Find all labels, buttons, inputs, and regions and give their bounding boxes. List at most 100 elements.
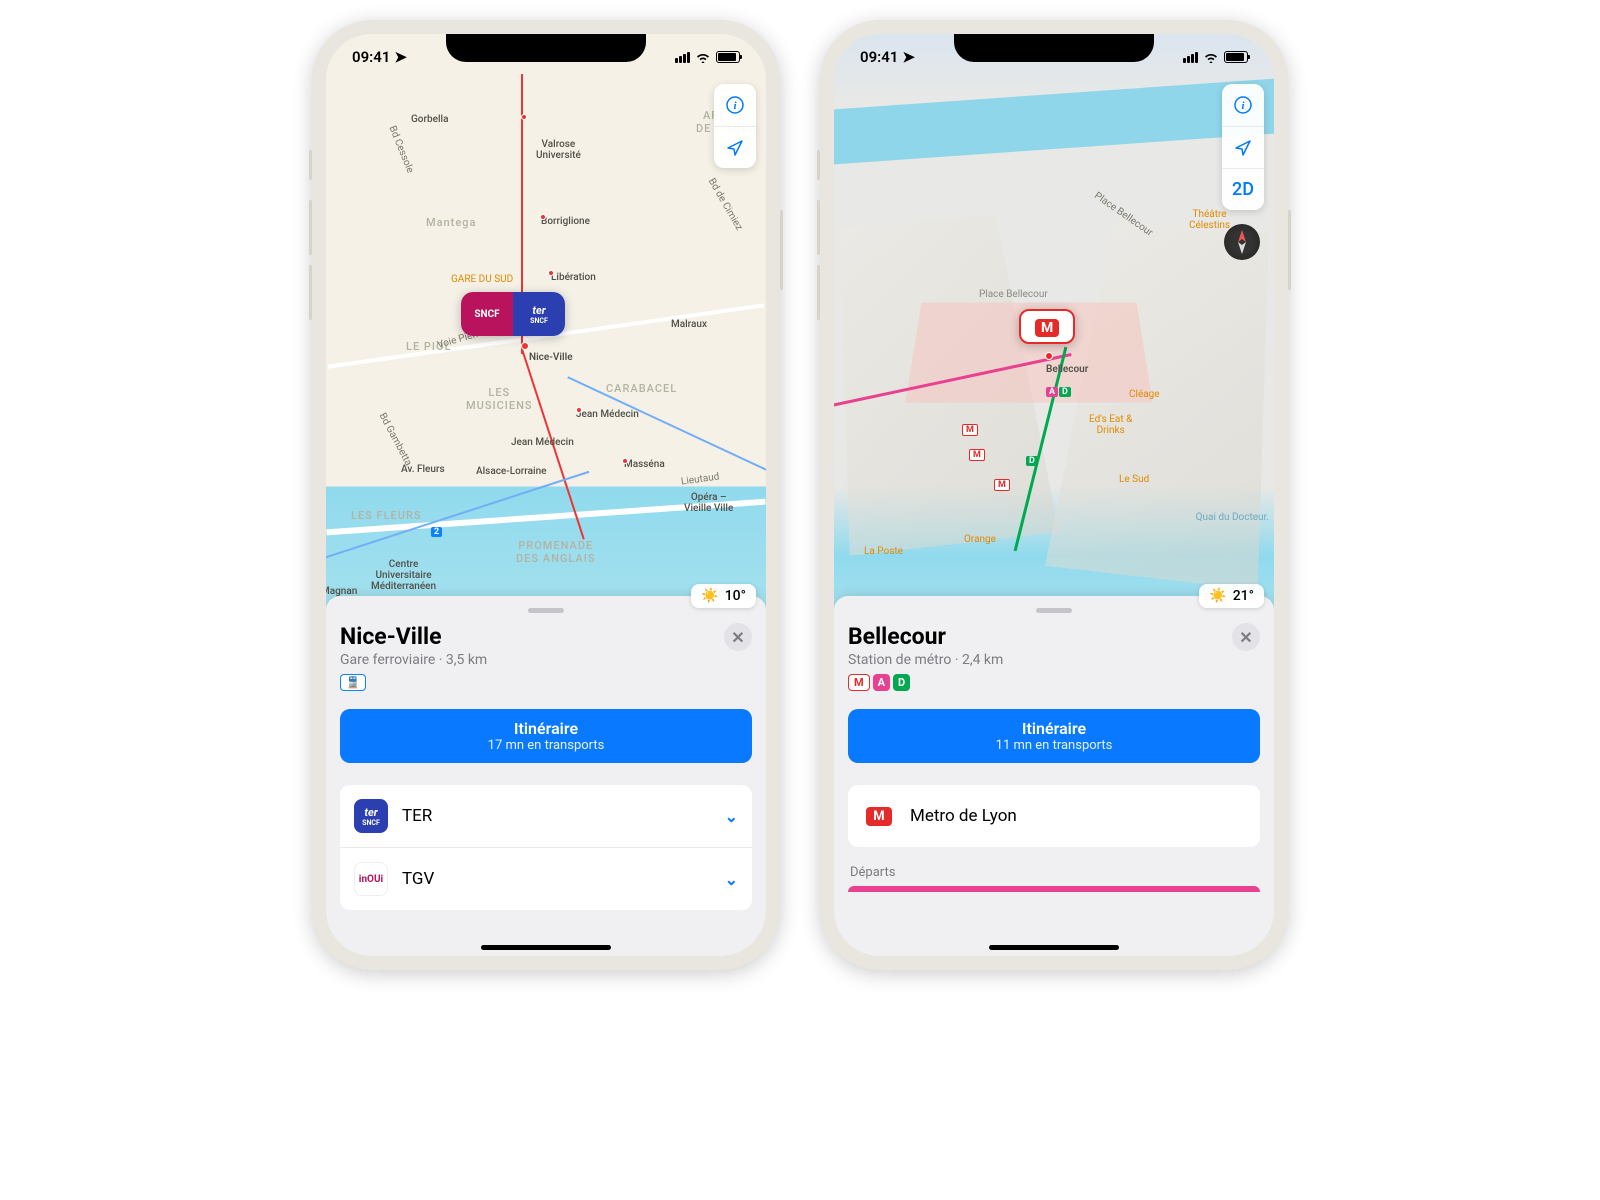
map-label: Le Sud [1119,474,1149,485]
operator-name: TGV [402,869,711,889]
map-label: Place Bellecour [979,289,1048,300]
map-label: Bd de Cimiez [706,177,745,233]
metro-icon: M [1035,319,1059,337]
map-label: Valrose Université [536,139,581,161]
map-label: Bd Gambetta [377,411,414,468]
line-badges: 🚆 [340,674,487,691]
map-label: Jean Médecin [511,437,574,448]
ter-logo: terSNCF [513,292,565,336]
close-button[interactable]: ✕ [1232,623,1260,651]
directions-button[interactable]: Itinéraire 11 mn en transports [848,709,1260,763]
station-label: Nice-Ville [529,352,573,363]
map-label: Alsace-Lorraine [476,466,547,477]
location-icon: ➤ [394,48,407,66]
pin-dot [1045,352,1053,360]
volume-down[interactable] [817,265,820,320]
operator-row-tgv[interactable]: inOUi TGV ⌄ [340,848,752,910]
operator-name: TER [402,806,711,826]
volume-down[interactable] [309,265,312,320]
line-badges: M A D [848,674,1003,691]
sncf-logo: SNCF [461,292,513,336]
operator-row-metro[interactable]: M Metro de Lyon [848,785,1260,847]
place-title: Nice-Ville [340,623,487,650]
place-subtitle: Gare ferroviaire · 3,5 km [340,652,487,668]
notch [954,34,1154,62]
map-label: Quai du Docteur. [1196,512,1269,523]
operators-list: M Metro de Lyon [848,785,1260,847]
wifi-icon [1203,51,1219,63]
line-d-badge: D [1026,456,1038,466]
wifi-icon [695,51,711,63]
map-label: Centre Universitaire Méditerranéen [371,559,436,592]
svg-text:i: i [733,100,737,112]
ter-logo-icon: terSNCF [354,799,388,833]
volume-up[interactable] [309,200,312,255]
map-label: Orange [964,534,996,545]
station-label: Bellecour [1046,364,1088,375]
map-label: Gorbella [411,114,449,125]
info-button[interactable]: i [1222,84,1264,126]
locate-button[interactable] [1222,126,1264,168]
place-card[interactable]: Nice-Ville Gare ferroviaire · 3,5 km 🚆 ✕… [326,596,766,956]
map-label: Bd Cessole [387,124,416,174]
map-label: Av. Fleurs [401,464,445,475]
compass-icon[interactable] [1224,224,1260,260]
power-button[interactable] [780,210,783,290]
map-controls: i [714,84,756,168]
station-pin[interactable]: M [1019,309,1075,344]
place-card[interactable]: Bellecour Station de métro · 2,4 km M A … [834,596,1274,956]
map-label: Lieutaud [680,471,720,487]
close-button[interactable]: ✕ [724,623,752,651]
map-label: CARABACEL [606,382,677,395]
map-label: LES FLEURS [351,509,422,522]
directions-button[interactable]: Itinéraire 17 mn en transports [340,709,752,763]
station-pin[interactable]: SNCF terSNCF [461,292,565,336]
cellular-icon [1183,52,1198,63]
locate-button[interactable] [714,126,756,168]
svg-text:i: i [1241,100,1245,112]
weather-badge[interactable]: ☀️ 21° [1199,584,1264,608]
status-time: 09:41 [860,48,898,66]
metro-logo-icon: M [862,799,896,833]
card-grabber[interactable] [528,608,564,613]
status-time: 09:41 [352,48,390,66]
directions-title: Itinéraire [858,719,1250,738]
place-subtitle: Station de métro · 2,4 km [848,652,1003,668]
power-button[interactable] [1288,210,1291,290]
notch [446,34,646,62]
line-d-badge: D [893,674,910,691]
map-label: Malraux [671,319,707,330]
operators-list: terSNCF TER ⌄ inOUi TGV ⌄ [340,785,752,910]
map-label: Jean Médecin [576,409,639,420]
map-label: GARE DU SUD [451,274,513,285]
line-badges-map: AD [1046,379,1072,398]
home-indicator[interactable] [481,945,611,950]
phone-right: 09:41 ➤ Quai Place Bellecour Pla [820,20,1288,970]
map-canvas[interactable]: Gorbella Valrose Université ARÈNES DE CI… [326,34,766,614]
map-controls: i 2D [1222,84,1264,210]
map-label: Cléage [1129,389,1160,400]
silent-switch[interactable] [817,150,820,180]
metro-badge: M [848,674,870,691]
directions-subtitle: 11 mn en transports [858,738,1250,753]
card-grabber[interactable] [1036,608,1072,613]
pin-dot [521,342,529,350]
departures-list-peek[interactable] [848,886,1260,892]
map-label: Masséna [624,459,665,470]
map-canvas-3d[interactable]: Quai Place Bellecour Place Bellecour Bel… [834,34,1274,614]
battery-icon [716,51,740,63]
location-icon: ➤ [902,48,915,66]
2d-button[interactable]: 2D [1222,168,1264,210]
info-button[interactable]: i [714,84,756,126]
operator-name: Metro de Lyon [910,806,1246,826]
silent-switch[interactable] [309,150,312,180]
chevron-down-icon: ⌄ [725,807,738,826]
home-indicator[interactable] [989,945,1119,950]
inoui-logo-icon: inOUi [354,862,388,896]
weather-badge[interactable]: ☀️ 10° [691,584,756,608]
operator-row-ter[interactable]: terSNCF TER ⌄ [340,785,752,848]
battery-icon [1224,51,1248,63]
train-icon: 🚆 [340,674,366,691]
volume-up[interactable] [817,200,820,255]
map-label: Mantega [426,216,476,229]
